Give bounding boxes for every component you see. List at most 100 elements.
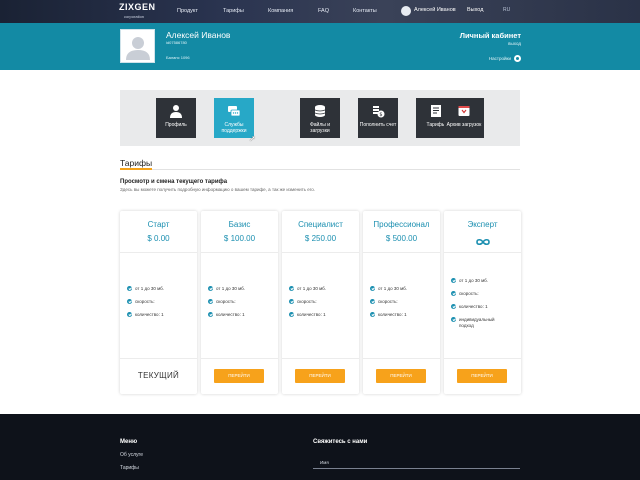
infinity-icon bbox=[444, 233, 521, 251]
plan-feature: скорость: bbox=[208, 299, 272, 305]
plan-feature: количество: 1 bbox=[370, 312, 434, 318]
user-avatar-icon[interactable] bbox=[401, 6, 411, 16]
check-icon bbox=[127, 299, 132, 304]
select-plan-button[interactable]: ПЕРЕЙТИ bbox=[376, 369, 426, 383]
tile-files[interactable]: Файлы и загрузки bbox=[300, 98, 340, 138]
database-icon bbox=[314, 105, 326, 117]
tariffs-subtitle: Просмотр и смена текущего тарифа bbox=[120, 179, 228, 185]
check-icon bbox=[451, 317, 456, 322]
card-divider bbox=[363, 252, 440, 253]
profile-name: Алексей Иванов bbox=[166, 30, 231, 40]
plan-feature: от 1 до 30 мб. bbox=[208, 286, 272, 292]
plan-feature: количество: 1 bbox=[289, 312, 353, 318]
name-field[interactable] bbox=[313, 468, 520, 469]
profile-avatar[interactable] bbox=[120, 29, 155, 63]
chat-icon bbox=[228, 106, 241, 117]
footer-link-about[interactable]: Об услуге bbox=[120, 452, 143, 458]
nav-exit-link[interactable]: Выход bbox=[467, 7, 483, 13]
profile-band: Алексей Иванов id07586780 Баланс 1096 Ли… bbox=[0, 23, 640, 70]
card-divider bbox=[120, 252, 197, 253]
tile-topup[interactable]: $ Пополнить счет bbox=[358, 98, 398, 138]
plan-price: $ 500.00 bbox=[385, 234, 418, 243]
card-divider bbox=[444, 252, 521, 253]
section-accent bbox=[120, 168, 152, 170]
select-plan-button[interactable]: ПЕРЕЙТИ bbox=[457, 369, 507, 383]
tariffs-description: Здесь вы можете получить подробную инфор… bbox=[120, 187, 316, 192]
cabinet-exit-link[interactable]: выход bbox=[508, 41, 521, 46]
plan-price: $ 250.00 bbox=[304, 234, 337, 243]
check-icon bbox=[451, 291, 456, 296]
tile-archive[interactable]: Архив загрузок bbox=[444, 98, 484, 138]
footer-menu-title: Меню bbox=[120, 439, 138, 445]
language-switch[interactable]: RU bbox=[503, 7, 510, 13]
top-navbar: ZIXGEN corporation Продукт Тарифы Компан… bbox=[0, 0, 640, 23]
card-divider bbox=[282, 252, 359, 253]
tile-profile[interactable]: Профиль bbox=[156, 98, 196, 138]
plan-feature: количество: 1 bbox=[208, 312, 272, 318]
plan-name: Старт bbox=[147, 220, 170, 229]
nav-item-product[interactable]: Продукт bbox=[177, 7, 198, 15]
cabinet-title: Личный кабинет bbox=[459, 31, 521, 40]
nav-item-company[interactable]: Компания bbox=[268, 7, 293, 15]
plan-card-specialist: Специалист $ 250.00 от 1 до 30 мб. скоро… bbox=[282, 211, 359, 394]
logo[interactable]: ZIXGEN bbox=[119, 3, 156, 12]
plan-feature: от 1 до 30 мб. bbox=[370, 286, 434, 292]
check-icon bbox=[289, 299, 294, 304]
tile-label: Службы поддержки bbox=[221, 122, 247, 134]
document-icon bbox=[431, 105, 441, 117]
plan-card-start: Старт $ 0.00 от 1 до 30 мб. скорость: ко… bbox=[120, 211, 197, 394]
plan-card-expert: Эксперт от 1 до 30 мб. скорость: количес… bbox=[444, 211, 521, 394]
plan-feature: количество: 1 bbox=[127, 312, 191, 318]
svg-text:$: $ bbox=[379, 112, 382, 118]
card-divider bbox=[201, 358, 278, 359]
mouse-cursor-icon: ➚ bbox=[249, 134, 256, 143]
check-icon bbox=[208, 312, 213, 317]
settings-link[interactable]: Настройки bbox=[489, 55, 521, 62]
plan-feature: от 1 до 30 мб. bbox=[289, 286, 353, 292]
tile-support[interactable]: Службы поддержки bbox=[214, 98, 254, 138]
plan-feature: скорость: bbox=[127, 299, 191, 305]
user-icon bbox=[170, 105, 182, 118]
plan-name: Базис bbox=[228, 220, 251, 229]
footer-link-tariffs[interactable]: Тарифы bbox=[120, 465, 139, 471]
check-icon bbox=[451, 278, 456, 283]
plan-card-basis: Базис $ 100.00 от 1 до 30 мб. скорость: … bbox=[201, 211, 278, 394]
plan-feature: количество: 1 bbox=[451, 304, 515, 310]
plan-name: Профессионал bbox=[373, 220, 430, 229]
check-icon bbox=[289, 312, 294, 317]
check-icon bbox=[370, 286, 375, 291]
card-divider bbox=[282, 358, 359, 359]
card-divider bbox=[201, 252, 278, 253]
check-icon bbox=[208, 299, 213, 304]
footer: Меню Об услуге Тарифы Свяжитесь с нами И… bbox=[0, 414, 640, 480]
profile-balance: Баланс 1096 bbox=[166, 55, 190, 60]
check-icon bbox=[127, 286, 132, 291]
check-icon bbox=[370, 312, 375, 317]
select-plan-button[interactable]: ПЕРЕЙТИ bbox=[295, 369, 345, 383]
nav-item-faq[interactable]: FAQ bbox=[318, 7, 329, 15]
nav-item-tariffs[interactable]: Тарифы bbox=[223, 7, 244, 15]
tile-label: Профиль bbox=[165, 122, 187, 128]
nav-item-contacts[interactable]: Контакты bbox=[353, 7, 377, 15]
tile-label: Архив загрузок bbox=[446, 122, 482, 128]
section-title: Тарифы bbox=[120, 158, 153, 168]
check-icon bbox=[289, 286, 294, 291]
gear-icon bbox=[514, 55, 521, 62]
plan-card-professional: Профессионал $ 500.00 от 1 до 30 мб. ско… bbox=[363, 211, 440, 394]
name-field-label: Имя bbox=[320, 460, 329, 465]
plan-name: Специалист bbox=[298, 220, 343, 229]
nav-user-name[interactable]: Алексей Иванов bbox=[414, 7, 456, 13]
plan-feature: индивидуальный подход bbox=[451, 317, 497, 329]
coins-icon: $ bbox=[373, 106, 385, 118]
check-icon bbox=[370, 299, 375, 304]
plan-feature: скорость: bbox=[451, 291, 515, 297]
card-divider bbox=[120, 358, 197, 359]
user-placeholder-icon bbox=[126, 37, 150, 60]
check-icon bbox=[208, 286, 213, 291]
plan-name: Эксперт bbox=[467, 220, 498, 229]
check-icon bbox=[127, 312, 132, 317]
select-plan-button[interactable]: ПЕРЕЙТИ bbox=[214, 369, 264, 383]
footer-contact-title: Свяжитесь с нами bbox=[313, 439, 368, 445]
card-divider bbox=[363, 358, 440, 359]
plan-price: $ 100.00 bbox=[223, 234, 256, 243]
